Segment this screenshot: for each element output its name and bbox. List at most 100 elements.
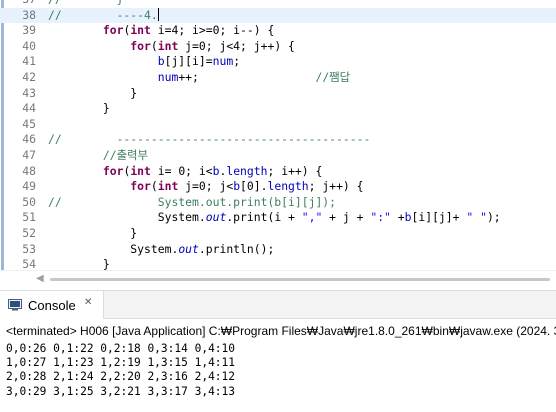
code-token: System. bbox=[48, 241, 179, 256]
code-line[interactable]: 54 } bbox=[0, 257, 556, 270]
code-token: num bbox=[48, 70, 179, 84]
code-line[interactable]: 48 for(int i= 0; i<b.length; i++) { bbox=[0, 164, 556, 180]
text-caret bbox=[157, 7, 159, 21]
code-line[interactable]: 40 for(int j=0; j<4; j++) { bbox=[0, 39, 556, 55]
code-token: } bbox=[48, 226, 138, 240]
code-token: i= 0; i< bbox=[150, 163, 213, 178]
scrollbar-thumb[interactable] bbox=[50, 278, 550, 281]
console-output-line: 1,0:27 1,1:23 1,2:19 1,3:15 1,4:11 bbox=[6, 356, 236, 370]
close-icon[interactable]: ✕ bbox=[84, 297, 92, 308]
code-token: [i][j]+ bbox=[411, 210, 467, 225]
code-token: ( bbox=[150, 38, 158, 53]
code-token: ; bbox=[233, 54, 241, 69]
code-token: out bbox=[205, 210, 227, 225]
code-line[interactable]: 46 // -----------------------------------… bbox=[0, 132, 556, 148]
code-token: b bbox=[48, 54, 165, 69]
code-text: for(int j=0; j<b[0].length; j++) { bbox=[48, 179, 364, 195]
editor-horizontal-scrollbar[interactable]: ◀ bbox=[0, 270, 556, 285]
code-text: System.out.println(); bbox=[48, 242, 274, 258]
line-number: 40 bbox=[22, 38, 36, 53]
code-token: // ----4. bbox=[48, 7, 158, 22]
code-line[interactable]: 39 for(int i=4; i>=0; i--) { bbox=[0, 23, 556, 39]
code-editor[interactable]: 37// }38// ----4.39 for(int i=4; i>=0; i… bbox=[0, 0, 556, 270]
line-number: 44 bbox=[22, 101, 36, 116]
code-text: } bbox=[48, 257, 110, 270]
code-token: b bbox=[404, 210, 412, 225]
code-text: for(int i= 0; i<b.length; i++) { bbox=[48, 163, 323, 180]
code-line[interactable]: 51 System.out.print(i + "," + j + ":" +b… bbox=[0, 210, 556, 226]
code-text: b[j][i]=num; bbox=[48, 54, 240, 70]
code-token: i=4; i>=0; i--) { bbox=[150, 23, 275, 38]
code-token: for bbox=[102, 23, 124, 38]
console-view: Console ✕ <terminated> H006 [Java Applic… bbox=[0, 290, 556, 412]
code-token: ; j++) { bbox=[308, 179, 364, 194]
code-token: int bbox=[157, 179, 179, 194]
line-number: 54 bbox=[22, 257, 36, 270]
line-number: 51 bbox=[22, 210, 36, 225]
code-line[interactable]: 42 num++; //쨈답 bbox=[0, 70, 556, 86]
code-token: } bbox=[62, 0, 124, 6]
code-text: // ------------------------------------- bbox=[48, 132, 370, 148]
code-token: //쨈답 bbox=[315, 70, 351, 84]
code-line[interactable]: 53 System.out.println(); bbox=[0, 242, 556, 258]
console-output-line: 0,0:26 0,1:22 0,2:18 0,3:14 0,4:10 bbox=[6, 342, 236, 355]
line-number: 47 bbox=[22, 148, 36, 162]
code-token: + bbox=[390, 210, 405, 225]
line-number: 46 bbox=[22, 132, 36, 147]
scroll-left-arrow-icon[interactable]: ◀ bbox=[36, 273, 44, 284]
line-number: 49 bbox=[22, 179, 36, 194]
code-token: //출력부 bbox=[48, 148, 149, 162]
code-token: int bbox=[157, 38, 179, 53]
code-line[interactable]: 50 // System.out.print(b[i][j]); bbox=[0, 195, 556, 211]
code-line[interactable]: 49 for(int j=0; j<b[0].length; j++) { bbox=[0, 179, 556, 195]
tab-console[interactable]: Console ✕ bbox=[0, 291, 104, 319]
code-line[interactable]: 38 // ----4. bbox=[0, 7, 556, 24]
code-token: int bbox=[130, 163, 151, 178]
code-line[interactable]: 41 b[j][i]=num; bbox=[0, 54, 556, 70]
code-token: for bbox=[130, 38, 151, 53]
code-line[interactable]: 47 //출력부 bbox=[0, 148, 556, 164]
code-token: " " bbox=[466, 210, 487, 225]
code-token: for bbox=[130, 179, 151, 194]
code-token: [0]. bbox=[240, 179, 268, 194]
code-token: j=0; j<4; j++) { bbox=[178, 38, 295, 53]
code-token: int bbox=[130, 23, 151, 38]
line-number: 42 bbox=[22, 70, 36, 84]
code-line[interactable]: 45 bbox=[0, 117, 556, 133]
console-tab-bar: Console ✕ bbox=[0, 291, 556, 319]
code-token: [j][i]= bbox=[164, 54, 213, 69]
line-number: 38 bbox=[22, 7, 36, 22]
console-output[interactable]: 0,0:26 0,1:22 0,2:18 0,3:14 0,4:10 1,0:2… bbox=[6, 342, 235, 399]
code-token: ( bbox=[150, 179, 158, 194]
line-number: 37 bbox=[6, 0, 36, 8]
code-line[interactable]: 43 } bbox=[0, 86, 556, 102]
line-number: 53 bbox=[22, 241, 36, 256]
code-token: } bbox=[48, 101, 110, 116]
console-status-line: <terminated> H006 [Java Application] C:₩… bbox=[6, 324, 556, 338]
code-text: // } bbox=[48, 0, 123, 8]
code-token: ; i++) { bbox=[267, 163, 323, 178]
code-text: } bbox=[48, 226, 137, 242]
code-line[interactable]: 37 // } bbox=[0, 0, 556, 8]
console-monitor-icon bbox=[8, 299, 22, 311]
code-token: for bbox=[102, 163, 124, 178]
line-number: 39 bbox=[22, 23, 36, 38]
code-token: j=0; j< bbox=[178, 179, 234, 194]
line-number: 43 bbox=[22, 85, 36, 100]
line-number: 50 bbox=[22, 194, 36, 209]
code-text: System.out.print(i + "," + j + ":" +b[i]… bbox=[48, 210, 501, 226]
code-text: // System.out.print(b[i][j]); bbox=[48, 195, 336, 211]
line-number: 41 bbox=[22, 54, 36, 69]
code-token: + j + bbox=[322, 210, 371, 225]
code-token: length bbox=[267, 179, 309, 194]
code-line[interactable]: 44 } bbox=[0, 101, 556, 117]
console-output-line: 2,0:28 2,1:24 2,2:20 2,3:16 2,4:12 bbox=[6, 370, 236, 384]
code-text: for(int i=4; i>=0; i--) { bbox=[48, 23, 274, 39]
code-token: // System.out.print(b[i][j]); bbox=[48, 194, 337, 209]
code-line[interactable]: 52 } bbox=[0, 226, 556, 242]
code-token: .print(i + bbox=[226, 210, 302, 225]
line-number: 48 bbox=[22, 163, 36, 178]
